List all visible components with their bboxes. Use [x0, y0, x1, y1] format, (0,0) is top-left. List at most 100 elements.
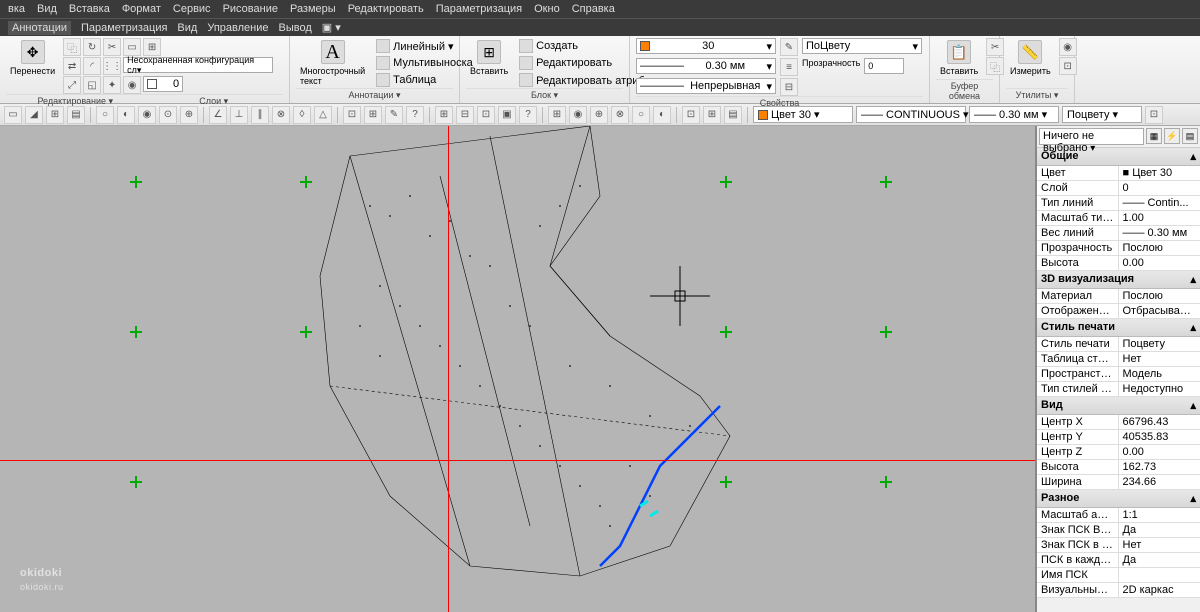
- tool-icon[interactable]: ▤: [67, 106, 85, 124]
- props-row[interactable]: Вес линий—— 0.30 мм: [1037, 226, 1200, 241]
- tool-icon[interactable]: ∠: [209, 106, 227, 124]
- props-value[interactable]: 0.00: [1119, 256, 1200, 270]
- list-icon[interactable]: ≡: [780, 58, 798, 76]
- props-row[interactable]: ПСК в каждом В...Да: [1037, 553, 1200, 568]
- props-value[interactable]: 1:1: [1119, 508, 1200, 522]
- tool-icon[interactable]: ?: [406, 106, 424, 124]
- transparency-input[interactable]: [864, 58, 904, 74]
- tb-color-dropdown[interactable]: Цвет 30▾: [753, 106, 853, 123]
- scale-icon[interactable]: ◱: [83, 76, 101, 94]
- tool-icon[interactable]: ⊞: [435, 106, 453, 124]
- tool-icon[interactable]: ⊡: [343, 106, 361, 124]
- props-section-header[interactable]: 3D визуализация▴: [1037, 271, 1200, 289]
- tool-icon[interactable]: ⊞: [364, 106, 382, 124]
- props-value[interactable]: 40535.83: [1119, 430, 1200, 444]
- icon[interactable]: ▭: [123, 38, 141, 56]
- tool-icon[interactable]: ∥: [251, 106, 269, 124]
- util-icon[interactable]: ⊡: [1059, 57, 1077, 75]
- props-row[interactable]: Слой0: [1037, 181, 1200, 196]
- tb-plotstyle-dropdown[interactable]: Поцвету▾: [1062, 106, 1142, 123]
- props-value[interactable]: Да: [1119, 553, 1200, 567]
- props-value[interactable]: Модель: [1119, 367, 1200, 381]
- props-value[interactable]: Отбрасываема...: [1119, 304, 1200, 318]
- props-row[interactable]: Тип линий—— Contin...: [1037, 196, 1200, 211]
- util-icon[interactable]: ◉: [1059, 38, 1077, 56]
- props-row[interactable]: Ширина234.66: [1037, 475, 1200, 490]
- tool-icon[interactable]: ◐: [653, 106, 671, 124]
- menu-item[interactable]: Формат: [122, 3, 161, 15]
- props-value[interactable]: 0: [1119, 181, 1200, 195]
- insert-block-button[interactable]: ⊞ Вставить: [466, 38, 512, 78]
- tool-icon[interactable]: ⊞: [46, 106, 64, 124]
- props-row[interactable]: Отображение те...Отбрасываема...: [1037, 304, 1200, 319]
- tool-icon[interactable]: ?: [519, 106, 537, 124]
- layer-config-dropdown[interactable]: Несохраненная конфигурация сл▾: [123, 57, 273, 73]
- props-row[interactable]: Масштаб типа л...1.00: [1037, 211, 1200, 226]
- props-section-header[interactable]: Разное▴: [1037, 490, 1200, 508]
- props-row[interactable]: Центр Z0.00: [1037, 445, 1200, 460]
- menu-item[interactable]: вка: [8, 3, 25, 15]
- props-row[interactable]: Центр X66796.43: [1037, 415, 1200, 430]
- tab-output[interactable]: Вывод: [278, 22, 311, 34]
- props-row[interactable]: Визуальный стиль2D каркас: [1037, 583, 1200, 598]
- props-row[interactable]: Центр Y40535.83: [1037, 430, 1200, 445]
- color-dropdown[interactable]: 30▾: [636, 38, 776, 54]
- props-value[interactable]: 66796.43: [1119, 415, 1200, 429]
- props-filter-icon[interactable]: ▤: [1182, 128, 1198, 144]
- tool-icon[interactable]: △: [314, 106, 332, 124]
- tool-icon[interactable]: ▤: [724, 106, 742, 124]
- props-section-header[interactable]: Общие▴: [1037, 148, 1200, 166]
- lineweight-dropdown[interactable]: ————0.30 мм▾: [636, 58, 776, 74]
- tool-icon[interactable]: ⊕: [590, 106, 608, 124]
- tb-lineweight-dropdown[interactable]: ——0.30 мм▾: [969, 106, 1059, 123]
- tool-icon[interactable]: ▣: [498, 106, 516, 124]
- props-value[interactable]: [1119, 568, 1200, 582]
- mirror-icon[interactable]: ⇄: [63, 57, 81, 75]
- props-row[interactable]: Таблица стилей ...Нет: [1037, 352, 1200, 367]
- paste-button[interactable]: 📋 Вставить: [936, 38, 982, 78]
- move-button[interactable]: ✥ Перенести: [6, 38, 59, 78]
- props-value[interactable]: 162.73: [1119, 460, 1200, 474]
- tool-icon[interactable]: ○: [632, 106, 650, 124]
- tool-icon[interactable]: ⊡: [1145, 106, 1163, 124]
- tool-icon[interactable]: ⊟: [456, 106, 474, 124]
- mtext-button[interactable]: A Многострочный текст: [296, 38, 369, 88]
- menu-item[interactable]: Справка: [572, 3, 615, 15]
- icon[interactable]: ⊟: [780, 78, 798, 96]
- tab-param[interactable]: Параметризация: [81, 22, 167, 34]
- props-row[interactable]: Цвет■ Цвет 30: [1037, 166, 1200, 181]
- props-toggle-icon[interactable]: ▦: [1146, 128, 1162, 144]
- menu-item[interactable]: Вид: [37, 3, 57, 15]
- props-value[interactable]: Недоступно: [1119, 382, 1200, 396]
- linetype-dropdown[interactable]: ————Непрерывная▾: [636, 78, 776, 94]
- menu-item[interactable]: Сервис: [173, 3, 211, 15]
- drawing-canvas[interactable]: okidoki okidoki.ru: [0, 126, 1035, 612]
- props-row[interactable]: Знак ПСК в нач. ...Нет: [1037, 538, 1200, 553]
- current-layer-dropdown[interactable]: 0: [143, 76, 183, 92]
- props-value[interactable]: Да: [1119, 523, 1200, 537]
- fillet-icon[interactable]: ◜: [83, 57, 101, 75]
- layer-icon[interactable]: ◉: [123, 76, 141, 94]
- props-value[interactable]: Нет: [1119, 538, 1200, 552]
- tab-annotations[interactable]: Аннотации: [8, 21, 71, 35]
- tool-icon[interactable]: ⊗: [272, 106, 290, 124]
- measure-button[interactable]: 📏 Измерить: [1006, 38, 1055, 78]
- props-row[interactable]: Стиль печатиПоцвету: [1037, 337, 1200, 352]
- menu-item[interactable]: Окно: [534, 3, 560, 15]
- tool-icon[interactable]: ⊞: [548, 106, 566, 124]
- tool-icon[interactable]: ◊: [293, 106, 311, 124]
- tool-icon[interactable]: ⊗: [611, 106, 629, 124]
- icon[interactable]: ⊞: [143, 38, 161, 56]
- props-row[interactable]: ПрозрачностьПослою: [1037, 241, 1200, 256]
- props-row[interactable]: Пространство та...Модель: [1037, 367, 1200, 382]
- props-section-header[interactable]: Стиль печати▴: [1037, 319, 1200, 337]
- tab-extra-icon[interactable]: ▣ ▾: [322, 21, 341, 34]
- tool-icon[interactable]: ⊕: [180, 106, 198, 124]
- copy-icon[interactable]: ⿻: [63, 38, 81, 56]
- props-value[interactable]: Поцвету: [1119, 337, 1200, 351]
- array-icon[interactable]: ⋮⋮: [103, 57, 121, 75]
- menu-item[interactable]: Рисование: [223, 3, 278, 15]
- props-row[interactable]: МатериалПослою: [1037, 289, 1200, 304]
- props-row[interactable]: Высота162.73: [1037, 460, 1200, 475]
- props-value[interactable]: 1.00: [1119, 211, 1200, 225]
